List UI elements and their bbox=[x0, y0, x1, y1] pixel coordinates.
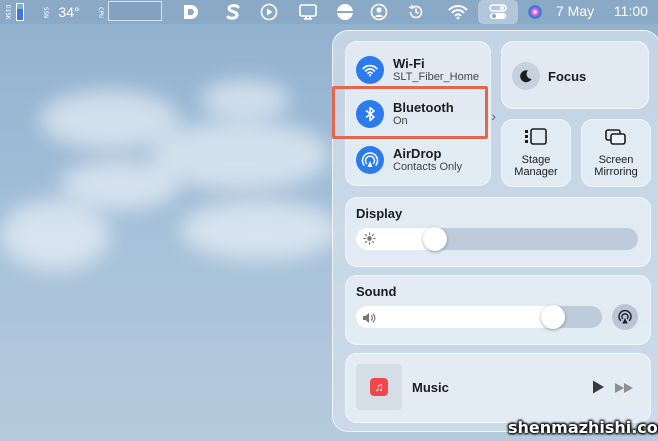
cpu-graph[interactable] bbox=[108, 1, 162, 21]
wifi-network-name: SLT_Fiber_Home bbox=[393, 71, 479, 83]
chevron-right-icon[interactable]: › bbox=[491, 108, 496, 124]
fast-forward-icon[interactable] bbox=[614, 381, 634, 399]
stage-manager-button[interactable]: Stage Manager bbox=[501, 119, 571, 187]
moon-icon bbox=[512, 62, 540, 90]
now-playing-label: Music bbox=[412, 380, 449, 395]
wifi-icon bbox=[356, 56, 384, 84]
temperature-readout[interactable]: 34° bbox=[55, 0, 83, 24]
sound-volume-slider[interactable] bbox=[356, 305, 602, 329]
sensor-indicator-label: SSN bbox=[42, 6, 49, 18]
wifi-status-icon[interactable] bbox=[446, 0, 470, 24]
focus-button[interactable]: Focus bbox=[501, 41, 649, 109]
screen-mirroring-label-line1: Screen bbox=[598, 154, 634, 166]
sound-slider-fill bbox=[356, 306, 565, 328]
album-artwork: ♫ bbox=[356, 364, 402, 410]
bluetooth-highlight-box bbox=[332, 86, 488, 139]
user-account-icon[interactable] bbox=[368, 0, 390, 24]
d-app-icon[interactable] bbox=[180, 0, 202, 24]
display-brightness-slider[interactable] bbox=[356, 227, 638, 251]
screen-mirroring-label-line2: Mirroring bbox=[594, 166, 638, 178]
toggles-icon bbox=[489, 4, 507, 19]
disk-usage-bar bbox=[15, 0, 25, 24]
control-center-button[interactable] bbox=[478, 0, 518, 24]
display-tile: Display bbox=[345, 197, 651, 267]
display-title: Display bbox=[356, 206, 403, 221]
airplay-audio-icon bbox=[618, 309, 632, 324]
time-machine-icon[interactable] bbox=[405, 0, 427, 24]
watermark-text: shenmazhishi.com bbox=[508, 418, 658, 437]
airdrop-title: AirDrop bbox=[393, 146, 442, 161]
cpu-indicator-label: CPU bbox=[97, 6, 104, 18]
play-circle-icon[interactable] bbox=[258, 0, 280, 24]
cpu-indicator[interactable]: CPU bbox=[95, 0, 105, 24]
airdrop-icon bbox=[356, 146, 384, 174]
sound-title: Sound bbox=[356, 284, 397, 299]
stage-manager-label-line1: Stage bbox=[521, 154, 551, 166]
brightness-icon bbox=[363, 232, 376, 250]
stage-manager-label-line2: Manager bbox=[514, 166, 558, 178]
siri-icon[interactable] bbox=[524, 0, 546, 24]
menu-bar: DISK SSN 34° CPU 7 May 11:00 bbox=[0, 0, 658, 24]
speaker-icon bbox=[362, 311, 376, 329]
play-icon[interactable] bbox=[590, 379, 606, 400]
focus-label: Focus bbox=[548, 69, 587, 84]
screen-mirroring-icon bbox=[604, 128, 628, 151]
sound-tile: Sound bbox=[345, 275, 651, 345]
menu-bar-clock[interactable]: 7 May 11:00 bbox=[556, 0, 648, 24]
s-app-icon[interactable] bbox=[222, 0, 244, 24]
airdrop-toggle[interactable]: AirDrop Contacts Only bbox=[356, 146, 490, 174]
disk-indicator[interactable]: DISK bbox=[2, 0, 12, 24]
airplay-audio-button[interactable] bbox=[612, 304, 638, 330]
airdrop-status: Contacts Only bbox=[393, 161, 463, 173]
date-label: 7 May bbox=[556, 3, 595, 19]
wifi-toggle[interactable]: Wi-Fi SLT_Fiber_Home bbox=[356, 56, 490, 84]
sound-slider-knob[interactable] bbox=[541, 305, 565, 329]
half-circle-icon[interactable] bbox=[334, 0, 356, 24]
now-playing-tile[interactable]: ♫ Music bbox=[345, 353, 651, 423]
sensor-indicator[interactable]: SSN bbox=[40, 0, 50, 24]
time-label: 11:00 bbox=[613, 3, 648, 19]
screen-mirroring-button[interactable]: Screen Mirroring bbox=[581, 119, 651, 187]
display-slider-knob[interactable] bbox=[423, 227, 447, 251]
display-icon[interactable] bbox=[296, 0, 320, 24]
music-note-icon: ♫ bbox=[370, 378, 388, 396]
stage-manager-icon bbox=[524, 128, 548, 151]
wifi-title: Wi-Fi bbox=[393, 56, 425, 71]
disk-indicator-label: DISK bbox=[4, 4, 11, 20]
